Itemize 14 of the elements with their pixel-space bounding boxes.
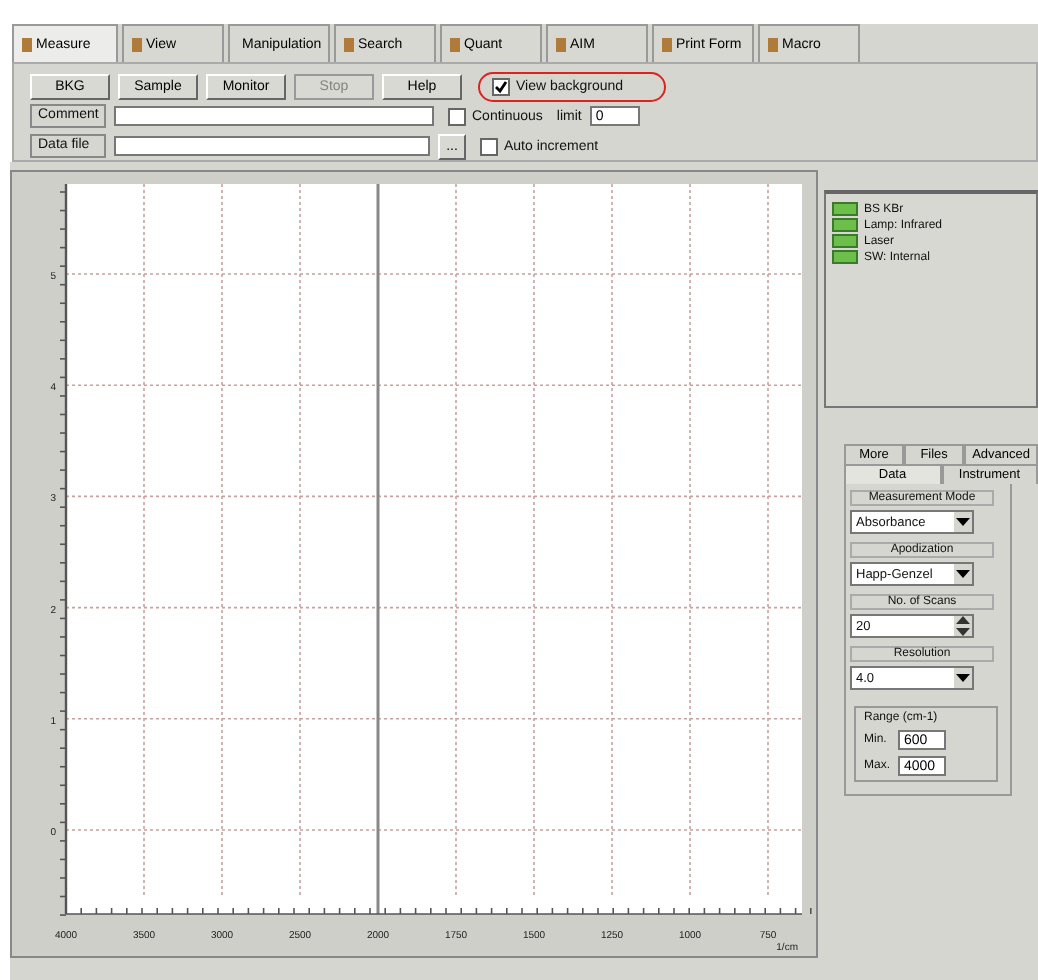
caret-icon <box>954 668 972 688</box>
data-file-field[interactable] <box>114 136 430 156</box>
tab-icon <box>450 37 460 51</box>
caret-icon <box>954 564 972 584</box>
checkbox <box>492 77 510 95</box>
tab-icon <box>662 37 672 51</box>
tab-icon <box>768 37 778 51</box>
tab-icon <box>22 37 32 51</box>
tab-icon <box>132 37 142 51</box>
tab-icon <box>344 37 354 51</box>
comment-field[interactable] <box>114 106 434 126</box>
tab-icon <box>556 37 566 51</box>
caret-icon <box>954 512 972 532</box>
spin-arrows-icon <box>954 616 972 636</box>
